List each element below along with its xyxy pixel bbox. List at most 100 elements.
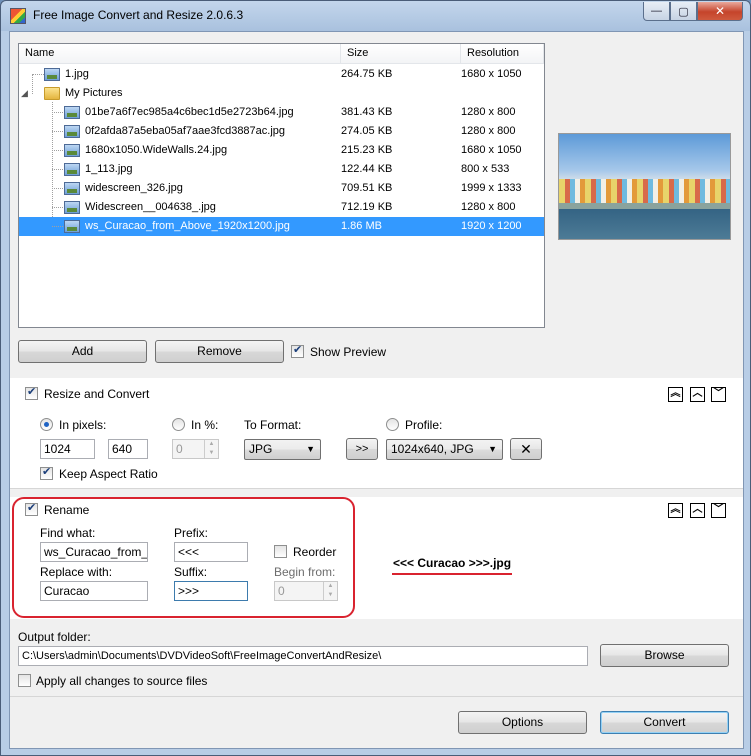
move-up-icon[interactable]: ︿ bbox=[690, 503, 705, 518]
dropdown-arrow-icon: ▼ bbox=[488, 444, 497, 454]
convert-button[interactable]: Convert bbox=[600, 711, 729, 734]
maximize-icon[interactable]: ▢ bbox=[670, 2, 697, 21]
height-input[interactable]: 640 bbox=[108, 439, 148, 459]
preview-houses bbox=[559, 179, 730, 203]
image-file-icon bbox=[44, 68, 60, 81]
app-icon bbox=[10, 8, 26, 24]
apply-profile-button[interactable]: >> bbox=[346, 438, 378, 460]
file-resolution: 1280 x 800 bbox=[461, 125, 516, 137]
list-item[interactable]: Widescreen__004638_.jpg 712.19 KB 1280 x… bbox=[19, 198, 544, 217]
image-file-icon bbox=[64, 125, 80, 138]
dropdown-arrow-icon: ▼ bbox=[306, 444, 315, 454]
preview-shore bbox=[559, 203, 730, 209]
profile-value: 1024x640, JPG bbox=[391, 442, 474, 456]
profile-label: Profile: bbox=[405, 418, 443, 432]
file-list[interactable]: Name Size Resolution 1.jpg 264.75 KB 168… bbox=[18, 43, 545, 328]
bottom-divider bbox=[10, 696, 743, 697]
profile-radio[interactable] bbox=[386, 418, 399, 431]
file-size: 215.23 KB bbox=[341, 144, 393, 156]
options-button[interactable]: Options bbox=[458, 711, 587, 734]
collapse-all-icon[interactable]: ︽ bbox=[668, 503, 683, 518]
result-underline-annotation bbox=[392, 573, 512, 575]
apply-to-source-checkbox[interactable] bbox=[18, 674, 31, 687]
image-file-icon bbox=[64, 182, 80, 195]
file-name: 0f2afda87a5eba05af7aae3fcd3887ac.jpg bbox=[85, 125, 286, 137]
image-file-icon bbox=[64, 220, 80, 233]
output-folder-input[interactable]: C:\Users\admin\Documents\DVDVideoSoft\Fr… bbox=[18, 646, 588, 666]
remove-button[interactable]: Remove bbox=[155, 340, 284, 363]
resize-convert-checkbox[interactable] bbox=[25, 385, 38, 400]
to-format-label: To Format: bbox=[244, 418, 302, 432]
tree-line bbox=[52, 226, 63, 227]
file-resolution: 1999 x 1333 bbox=[461, 182, 522, 194]
list-item[interactable]: 1680x1050.WideWalls.24.jpg 215.23 KB 168… bbox=[19, 141, 544, 160]
percent-stepper[interactable]: 0 ▲ ▼ bbox=[172, 439, 219, 459]
file-resolution: 1680 x 1050 bbox=[461, 144, 522, 156]
folder-icon bbox=[44, 87, 60, 100]
collapse-icon[interactable]: ◢ bbox=[21, 84, 28, 103]
list-item[interactable]: widescreen_326.jpg 709.51 KB 1999 x 1333 bbox=[19, 179, 544, 198]
file-size: 712.19 KB bbox=[341, 201, 393, 213]
file-name: 01be7a6f7ec985a4c6bec1d5e2723b64.jpg bbox=[85, 106, 294, 118]
minimize-icon[interactable]: — bbox=[643, 2, 670, 21]
file-size: 381.43 KB bbox=[341, 106, 393, 118]
format-select[interactable]: JPG ▼ bbox=[244, 439, 321, 460]
add-button[interactable]: Add bbox=[18, 340, 147, 363]
window-title: Free Image Convert and Resize 2.0.6.3 bbox=[33, 8, 244, 22]
folder-name: My Pictures bbox=[65, 87, 123, 99]
list-item[interactable]: 1.jpg 264.75 KB 1680 x 1050 bbox=[19, 65, 544, 84]
list-item[interactable]: 0f2afda87a5eba05af7aae3fcd3887ac.jpg 274… bbox=[19, 122, 544, 141]
move-down-icon[interactable]: ﹀ bbox=[711, 503, 726, 518]
section-divider bbox=[10, 488, 743, 489]
column-header-resolution[interactable]: Resolution bbox=[461, 44, 544, 64]
column-header-name[interactable]: Name bbox=[19, 44, 341, 64]
tree-line bbox=[52, 169, 63, 170]
file-name: 1.jpg bbox=[65, 68, 89, 80]
delete-profile-icon[interactable]: ✕ bbox=[510, 438, 542, 460]
browse-button[interactable]: Browse bbox=[600, 644, 729, 667]
file-size: 264.75 KB bbox=[341, 68, 393, 80]
tree-line bbox=[52, 131, 63, 132]
tree-line bbox=[52, 207, 63, 208]
resize-convert-title: Resize and Convert bbox=[44, 387, 150, 401]
title-bar[interactable]: Free Image Convert and Resize 2.0.6.3 — … bbox=[1, 1, 750, 31]
keep-aspect-label: Keep Aspect Ratio bbox=[59, 467, 158, 481]
list-item-folder[interactable]: ◢ My Pictures bbox=[19, 84, 544, 103]
move-down-icon[interactable]: ﹀ bbox=[711, 387, 726, 402]
list-item-selected[interactable]: ws_Curacao_from_Above_1920x1200.jpg 1.86… bbox=[19, 217, 544, 236]
list-item[interactable]: 01be7a6f7ec985a4c6bec1d5e2723b64.jpg 381… bbox=[19, 103, 544, 122]
output-folder-label: Output folder: bbox=[18, 630, 91, 644]
file-size: 274.05 KB bbox=[341, 125, 393, 137]
image-file-icon bbox=[64, 201, 80, 214]
show-preview-checkbox[interactable] bbox=[291, 343, 304, 358]
keep-aspect-checkbox[interactable] bbox=[40, 465, 53, 480]
apply-to-source-label: Apply all changes to source files bbox=[36, 674, 208, 688]
close-icon[interactable]: ✕ bbox=[697, 2, 743, 21]
width-input[interactable]: 1024 bbox=[40, 439, 95, 459]
in-percent-radio[interactable] bbox=[172, 418, 185, 431]
tree-line bbox=[52, 112, 63, 113]
tree-line bbox=[52, 150, 63, 151]
resize-convert-section: Resize and Convert ︽ ︿ ﹀ In pixels: In %… bbox=[10, 378, 743, 488]
file-resolution: 1280 x 800 bbox=[461, 201, 516, 213]
list-item[interactable]: 1_113.jpg 122.44 KB 800 x 533 bbox=[19, 160, 544, 179]
percent-value: 0 bbox=[176, 442, 183, 456]
spin-arrows-icon[interactable]: ▲ ▼ bbox=[204, 440, 218, 458]
column-header-size[interactable]: Size bbox=[341, 44, 461, 64]
file-name: 1_113.jpg bbox=[85, 163, 133, 175]
profile-select[interactable]: 1024x640, JPG ▼ bbox=[386, 439, 503, 460]
collapse-all-icon[interactable]: ︽ bbox=[668, 387, 683, 402]
in-pixels-radio[interactable] bbox=[40, 418, 53, 431]
in-pixels-label: In pixels: bbox=[59, 418, 107, 432]
file-resolution: 1280 x 800 bbox=[461, 106, 516, 118]
file-name: ws_Curacao_from_Above_1920x1200.jpg bbox=[85, 220, 290, 232]
file-size: 1.86 MB bbox=[341, 220, 382, 232]
format-value: JPG bbox=[249, 442, 273, 456]
image-file-icon bbox=[64, 106, 80, 119]
image-file-icon bbox=[64, 144, 80, 157]
file-size: 709.51 KB bbox=[341, 182, 393, 194]
image-preview bbox=[558, 133, 731, 240]
file-size: 122.44 KB bbox=[341, 163, 393, 175]
move-up-icon[interactable]: ︿ bbox=[690, 387, 705, 402]
file-resolution: 1920 x 1200 bbox=[461, 220, 522, 232]
